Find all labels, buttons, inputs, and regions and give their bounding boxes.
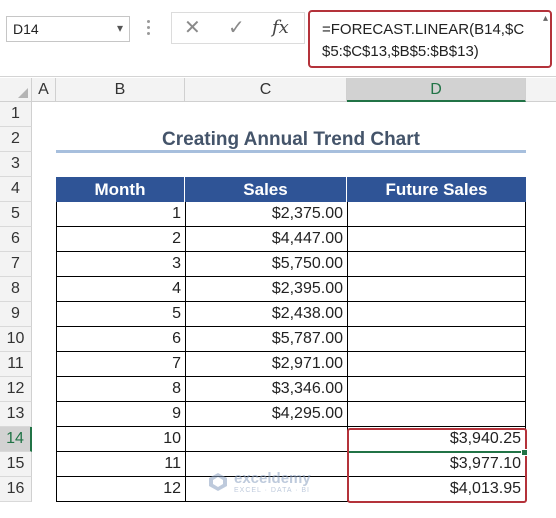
row-header-13[interactable]: 13 (0, 402, 32, 427)
formula-bar-area: D14 ▾ ✕ ✓ fx =FORECAST.LINEAR(B14,$C$5:$… (0, 0, 556, 77)
row-header-3[interactable]: 3 (0, 152, 32, 177)
cell-future[interactable] (347, 302, 526, 327)
chevron-down-icon[interactable]: ▾ (117, 21, 123, 35)
cell-future[interactable] (347, 252, 526, 277)
fill-handle[interactable] (521, 449, 528, 456)
row-header-2[interactable]: 2 (0, 127, 32, 152)
cell-month[interactable]: 4 (56, 277, 185, 302)
cell-sales[interactable]: $5,750.00 (185, 252, 347, 277)
enter-icon[interactable]: ✓ (228, 15, 245, 40)
watermark-tagline: EXCEL · DATA · BI (234, 487, 310, 494)
cell-month[interactable]: 3 (56, 252, 185, 277)
cell-future[interactable]: $3,940.25 (347, 427, 526, 452)
formula-buttons: ✕ ✓ fx (171, 12, 305, 44)
cell-month[interactable]: 10 (56, 427, 185, 452)
cell-sales[interactable]: $5,787.00 (185, 327, 347, 352)
active-cell-border (349, 451, 525, 453)
header-future-sales[interactable]: Future Sales (347, 177, 526, 202)
row-header-1[interactable]: 1 (0, 102, 32, 127)
title-underline (56, 150, 526, 153)
cell-month[interactable]: 7 (56, 352, 185, 377)
select-all-button[interactable] (0, 78, 32, 102)
cell-sales[interactable]: $2,971.00 (185, 352, 347, 377)
column-header-a[interactable]: A (32, 78, 56, 102)
cell-future[interactable]: $4,013.95 (347, 477, 526, 502)
cell-sales[interactable]: $2,375.00 (185, 202, 347, 227)
column-header-d[interactable]: D (347, 78, 526, 102)
name-box-value: D14 (13, 21, 39, 37)
row-header-15[interactable]: 15 (0, 452, 32, 477)
cell-future[interactable] (347, 202, 526, 227)
formula-input[interactable]: =FORECAST.LINEAR(B14,$C$5:$C$13,$B$5:$B$… (308, 10, 552, 68)
watermark: exceldemy EXCEL · DATA · BI (208, 469, 358, 499)
cell-month[interactable]: 5 (56, 302, 185, 327)
cell-future[interactable] (347, 402, 526, 427)
drag-handle-icon[interactable] (147, 20, 151, 40)
watermark-name: exceldemy (234, 470, 311, 487)
expand-formula-icon[interactable]: ▴ (543, 13, 548, 24)
cell-sales[interactable]: $4,447.00 (185, 227, 347, 252)
sheet-title: Creating Annual Trend Chart (162, 129, 420, 150)
row-header-14[interactable]: 14 (0, 427, 32, 452)
cell-sales[interactable]: $4,295.00 (185, 402, 347, 427)
cell-month[interactable]: 6 (56, 327, 185, 352)
cell-sales[interactable] (185, 427, 347, 452)
column-header-c[interactable]: C (185, 78, 347, 102)
cell-month[interactable]: 1 (56, 202, 185, 227)
insert-function-icon[interactable]: fx (272, 17, 289, 38)
name-box[interactable]: D14 ▾ (6, 16, 130, 42)
row-header-11[interactable]: 11 (0, 352, 32, 377)
cell-month[interactable]: 11 (56, 452, 185, 477)
cell-sales[interactable]: $3,346.00 (185, 377, 347, 402)
cancel-icon[interactable]: ✕ (184, 15, 201, 40)
cell-future[interactable] (347, 352, 526, 377)
cell-future[interactable] (347, 227, 526, 252)
row-header-4[interactable]: 4 (0, 177, 32, 202)
row-header-12[interactable]: 12 (0, 377, 32, 402)
cell-future[interactable] (347, 327, 526, 352)
column-header-b[interactable]: B (56, 78, 185, 102)
cell-month[interactable]: 12 (56, 477, 185, 502)
cell-future[interactable] (347, 277, 526, 302)
row-header-16[interactable]: 16 (0, 477, 32, 502)
cell-month[interactable]: 2 (56, 227, 185, 252)
cell-sales[interactable]: $2,395.00 (185, 277, 347, 302)
row-header-8[interactable]: 8 (0, 277, 32, 302)
row-header-10[interactable]: 10 (0, 327, 32, 352)
header-sales[interactable]: Sales (185, 177, 347, 202)
formula-text: =FORECAST.LINEAR(B14,$C$5:$C$13,$B$5:$B$… (322, 21, 525, 60)
header-month[interactable]: Month (56, 177, 185, 202)
exceldemy-logo-icon (209, 473, 227, 491)
cell-month[interactable]: 9 (56, 402, 185, 427)
cell-sales[interactable]: $2,438.00 (185, 302, 347, 327)
row-header-9[interactable]: 9 (0, 302, 32, 327)
row-header-6[interactable]: 6 (0, 227, 32, 252)
cell-month[interactable]: 8 (56, 377, 185, 402)
cell-future[interactable] (347, 377, 526, 402)
column-header-filler (526, 78, 556, 102)
cell-future[interactable]: $3,977.10 (347, 452, 526, 477)
row-header-7[interactable]: 7 (0, 252, 32, 277)
row-header-5[interactable]: 5 (0, 202, 32, 227)
